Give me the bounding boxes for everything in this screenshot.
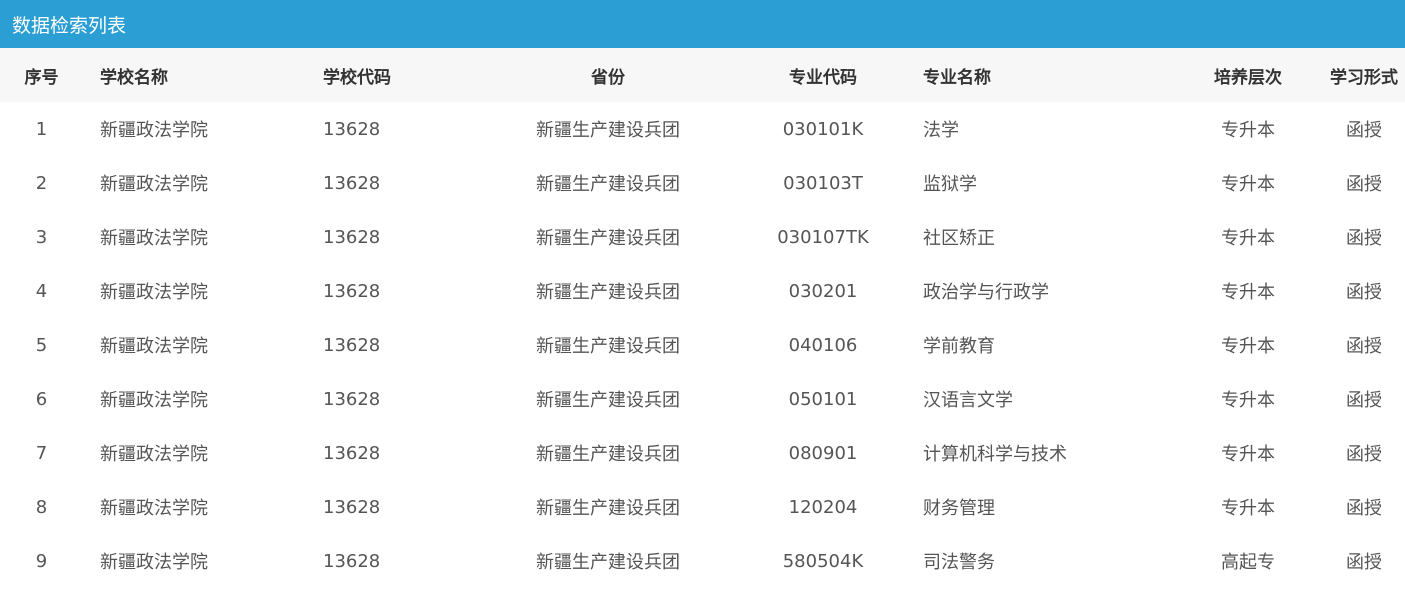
cell-major-code: 120204 [788, 496, 858, 518]
cell-school-name: 新疆政法学院 [100, 174, 208, 195]
cell-major-code: 030201 [788, 280, 858, 302]
cell-school-name: 新疆政法学院 [100, 498, 208, 519]
cell-province: 新疆生产建设兵团 [536, 498, 680, 519]
cell-level: 专升本 [1221, 120, 1275, 141]
header-school-name: 学校名称 [100, 67, 168, 88]
cell-school-name: 新疆政法学院 [100, 228, 208, 249]
table-row[interactable]: 4 新疆政法学院 13628 新疆生产建设兵团 030201 政治学与行政学 专升本 函授 [0, 264, 1405, 318]
cell-study-form: 函授 [1346, 390, 1382, 411]
cell-study-form: 函授 [1346, 444, 1382, 465]
cell-level: 专升本 [1221, 444, 1275, 465]
cell-major-name: 法学 [923, 120, 959, 141]
cell-school-name: 新疆政法学院 [100, 444, 208, 465]
results-table: 序号 学校名称 学校代码 省份 专业代码 专业名称 培养层次 学习形式 1 新疆政… [0, 48, 1405, 588]
cell-major-code: 080901 [788, 442, 858, 464]
cell-school-name: 新疆政法学院 [100, 336, 208, 357]
cell-index: 5 [35, 334, 48, 356]
cell-major-code: 030101K [782, 118, 864, 140]
cell-school-code: 13628 [323, 280, 381, 302]
cell-province: 新疆生产建设兵团 [536, 174, 680, 195]
table-row[interactable]: 6 新疆政法学院 13628 新疆生产建设兵团 050101 汉语言文学 专升本 函授 [0, 372, 1405, 426]
cell-study-form: 函授 [1346, 552, 1382, 573]
cell-index: 7 [35, 442, 48, 464]
header-school-code: 学校代码 [323, 67, 391, 88]
table-row[interactable]: 3 新疆政法学院 13628 新疆生产建设兵团 030107TK 社区矫正 专升本 函授 [0, 210, 1405, 264]
table-row[interactable]: 5 新疆政法学院 13628 新疆生产建设兵团 040106 学前教育 专升本 函授 [0, 318, 1405, 372]
cell-index: 1 [35, 118, 48, 140]
cell-study-form: 函授 [1346, 174, 1382, 195]
header-index: 序号 [24, 67, 59, 88]
cell-major-code: 030103T [783, 172, 863, 194]
cell-major-name: 财务管理 [923, 498, 995, 519]
cell-index: 3 [35, 226, 48, 248]
table-header: 序号 学校名称 学校代码 省份 专业代码 专业名称 培养层次 学习形式 [0, 48, 1405, 102]
cell-major-name: 汉语言文学 [923, 390, 1013, 411]
header-province: 省份 [591, 67, 625, 88]
cell-school-code: 13628 [323, 496, 381, 518]
cell-major-name: 政治学与行政学 [923, 282, 1049, 303]
panel-title: 数据检索列表 [12, 14, 127, 37]
header-study-form: 学习形式 [1330, 67, 1398, 88]
cell-major-name: 监狱学 [923, 174, 977, 195]
cell-school-code: 13628 [323, 226, 381, 248]
table-row[interactable]: 7 新疆政法学院 13628 新疆生产建设兵团 080901 计算机科学与技术 专升本 函授 [0, 426, 1405, 480]
cell-school-code: 13628 [323, 442, 381, 464]
cell-province: 新疆生产建设兵团 [536, 228, 680, 249]
cell-major-code: 050101 [788, 388, 858, 410]
table-row[interactable]: 2 新疆政法学院 13628 新疆生产建设兵团 030103T 监狱学 专升本 函授 [0, 156, 1405, 210]
header-major-name: 专业名称 [923, 67, 991, 88]
table-row[interactable]: 8 新疆政法学院 13628 新疆生产建设兵团 120204 财务管理 专升本 函授 [0, 480, 1405, 534]
cell-study-form: 函授 [1346, 120, 1382, 141]
header-row: 序号 学校名称 学校代码 省份 专业代码 专业名称 培养层次 学习形式 [0, 48, 1405, 102]
cell-school-code: 13628 [323, 118, 381, 140]
cell-level: 专升本 [1221, 336, 1275, 357]
header-major-code: 专业代码 [789, 67, 857, 88]
cell-major-name: 社区矫正 [923, 228, 995, 249]
cell-province: 新疆生产建设兵团 [536, 336, 680, 357]
cell-major-code: 030107TK [777, 226, 869, 248]
cell-province: 新疆生产建设兵团 [536, 444, 680, 465]
cell-level: 专升本 [1221, 228, 1275, 249]
cell-province: 新疆生产建设兵团 [536, 390, 680, 411]
cell-index: 9 [35, 550, 48, 572]
cell-index: 4 [35, 280, 48, 302]
panel-header: 数据检索列表 [0, 0, 1405, 48]
cell-major-name: 学前教育 [923, 336, 995, 357]
header-level: 培养层次 [1214, 67, 1282, 88]
cell-index: 6 [35, 388, 48, 410]
cell-level: 专升本 [1221, 174, 1275, 195]
cell-index: 2 [35, 172, 48, 194]
cell-major-name: 司法警务 [923, 552, 995, 573]
cell-school-code: 13628 [323, 334, 381, 356]
cell-major-code: 580504K [782, 550, 864, 572]
data-search-panel: 数据检索列表 序号 学校名称 学校代码 省份 专业代码 专业名称 培养层次 学习… [0, 0, 1405, 590]
cell-province: 新疆生产建设兵团 [536, 282, 680, 303]
cell-school-name: 新疆政法学院 [100, 390, 208, 411]
table-row[interactable]: 1 新疆政法学院 13628 新疆生产建设兵团 030101K 法学 专升本 函授 [0, 102, 1405, 156]
cell-major-name: 计算机科学与技术 [923, 444, 1067, 465]
cell-study-form: 函授 [1346, 336, 1382, 357]
cell-study-form: 函授 [1346, 228, 1382, 249]
cell-level: 专升本 [1221, 390, 1275, 411]
cell-level: 高起专 [1221, 552, 1275, 573]
cell-province: 新疆生产建设兵团 [536, 552, 680, 573]
cell-school-code: 13628 [323, 550, 381, 572]
table-row[interactable]: 9 新疆政法学院 13628 新疆生产建设兵团 580504K 司法警务 高起专 函授 [0, 534, 1405, 588]
cell-level: 专升本 [1221, 498, 1275, 519]
cell-major-code: 040106 [788, 334, 858, 356]
cell-study-form: 函授 [1346, 498, 1382, 519]
cell-study-form: 函授 [1346, 282, 1382, 303]
cell-school-name: 新疆政法学院 [100, 282, 208, 303]
cell-level: 专升本 [1221, 282, 1275, 303]
cell-school-code: 13628 [323, 388, 381, 410]
cell-school-name: 新疆政法学院 [100, 120, 208, 141]
cell-index: 8 [35, 496, 48, 518]
cell-school-code: 13628 [323, 172, 381, 194]
cell-school-name: 新疆政法学院 [100, 552, 208, 573]
table-body: 1 新疆政法学院 13628 新疆生产建设兵团 030101K 法学 专升本 函授 2 新疆政法学… [0, 102, 1405, 588]
cell-province: 新疆生产建设兵团 [536, 120, 680, 141]
